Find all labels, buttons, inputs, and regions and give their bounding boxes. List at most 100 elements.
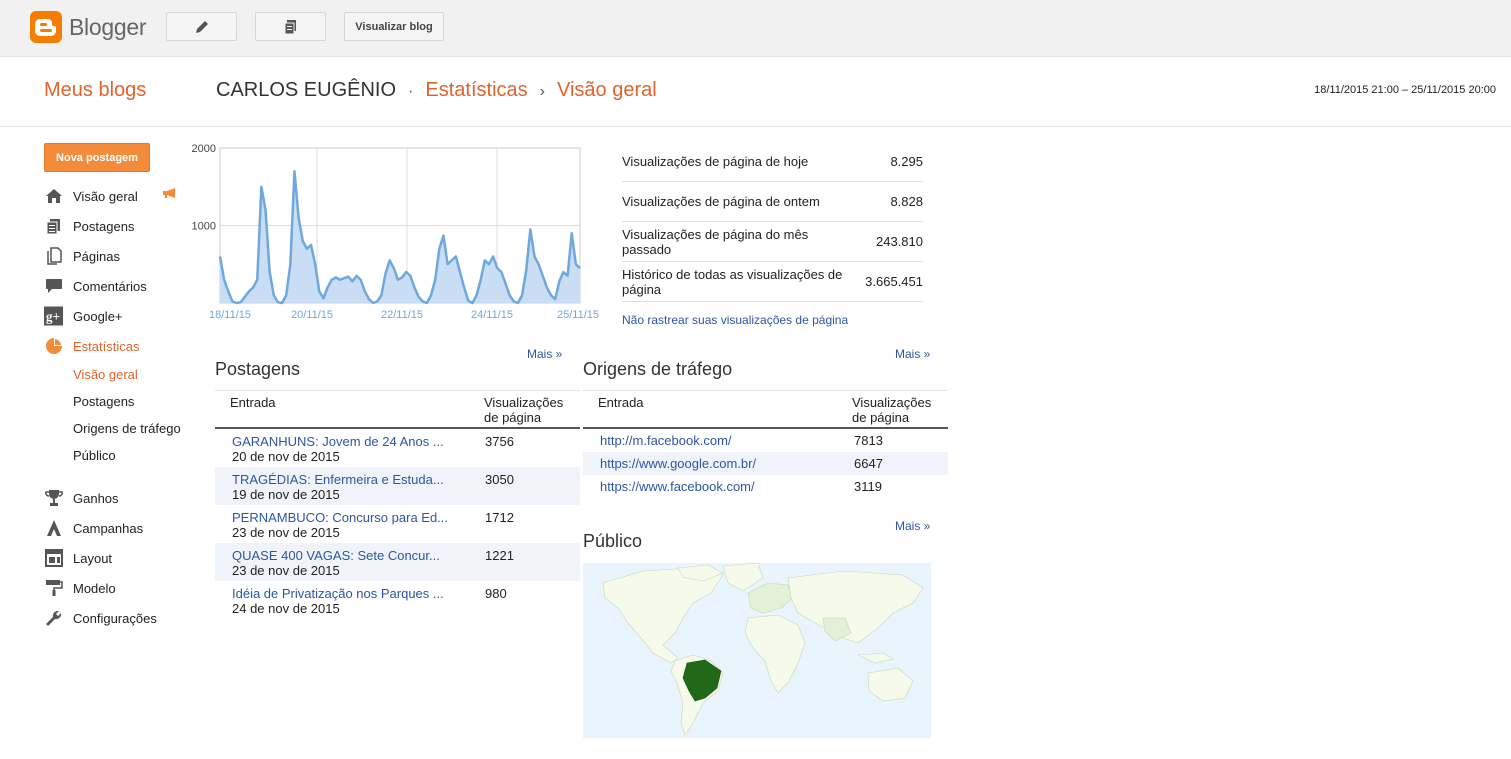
stat-row-last-month: Visualizações de página do mês passado 2… (622, 222, 923, 262)
pages-icon (44, 247, 63, 266)
wrench-icon (44, 609, 63, 628)
blogger-logo-icon (30, 11, 62, 43)
chart-x-tick-label: 20/11/15 (291, 309, 333, 321)
traffic-source-link[interactable]: https://www.google.com.br/ (600, 456, 818, 471)
sidebar-item-posts[interactable]: Postagens (44, 211, 194, 241)
sidebar-item-stats[interactable]: Estatísticas (44, 331, 194, 361)
sidebar-subitem-audience[interactable]: Público (44, 442, 194, 469)
stat-label: Visualizações de página de hoje (622, 154, 809, 169)
paint-roller-icon (44, 579, 63, 598)
stat-label: Histórico de todas as visualizações de p… (622, 266, 843, 297)
sidebar-item-label: Google+ (73, 308, 123, 324)
pageviews-chart: 2000 1000 18/11/15 20/11/15 22/11/15 24/11/15… (192, 143, 599, 321)
traffic-more-link[interactable]: Mais » (895, 347, 930, 361)
stat-row-today: Visualizações de página de hoje 8.295 (622, 142, 923, 182)
sidebar-item-overview[interactable]: Visão geral (44, 181, 194, 211)
breadcrumb-separator: · (408, 83, 414, 100)
stat-label: Visualizações de página de ontem (622, 194, 820, 209)
table-row: PERNAMBUCO: Concurso para Ed... 23 de no… (215, 505, 580, 543)
sidebar-item-label: Modelo (73, 580, 116, 596)
table-header: Entrada Visualizações de página (583, 390, 948, 429)
chart-x-tick-label: 24/11/15 (471, 309, 513, 321)
view-blog-button[interactable]: Visualizar blog (344, 12, 444, 41)
blogger-logo[interactable]: Blogger (30, 11, 146, 43)
traffic-panel-title: Origens de tráfego (583, 359, 733, 379)
top-bar: Blogger Visualizar blog (0, 0, 1511, 57)
sidebar-item-label: Configurações (73, 610, 157, 626)
audience-panel-title: Público (583, 531, 643, 551)
table-row: https://www.google.com.br/ 6647 (583, 452, 948, 475)
world-map-image (583, 563, 931, 738)
dont-track-link[interactable]: Não rastrear suas visualizações de págin… (622, 313, 848, 327)
post-date: 19 de nov de 2015 (232, 487, 340, 502)
column-header-entry: Entrada (598, 395, 644, 410)
sidebar-subitem-traffic-sources[interactable]: Origens de tráfego (44, 415, 194, 442)
sidebar-item-earnings[interactable]: Ganhos (44, 483, 194, 513)
post-title-link[interactable]: QUASE 400 VAGAS: Sete Concur... (232, 548, 450, 563)
table-row: Idéia de Privatização nos Parques ... 24… (215, 581, 580, 619)
stat-label: Visualizações de página do mês passado (622, 226, 809, 257)
post-date: 24 de nov de 2015 (232, 601, 340, 616)
posts-more-link[interactable]: Mais » (527, 347, 562, 361)
chart-x-tick-label: 22/11/15 (381, 309, 423, 321)
post-date: 20 de nov de 2015 (232, 449, 340, 464)
breadcrumb-stats-link[interactable]: Estatísticas (425, 79, 527, 102)
post-views: 980 (485, 586, 507, 601)
sidebar-item-layout[interactable]: Layout (44, 543, 194, 573)
sidebar-item-campaigns[interactable]: Campanhas (44, 513, 194, 543)
stat-row-yesterday: Visualizações de página de ontem 8.828 (622, 182, 923, 222)
campaign-icon (44, 519, 63, 538)
post-title-link[interactable]: TRAGÉDIAS: Enfermeira e Estuda... (232, 472, 450, 487)
breadcrumb: CARLOS EUGÊNIO · Estatísticas › Visão ge… (216, 79, 657, 102)
stat-value: 3.665.451 (865, 274, 923, 289)
table-row: QUASE 400 VAGAS: Sete Concur... 23 de no… (215, 543, 580, 581)
home-icon (44, 187, 63, 206)
chart-x-tick-label: 18/11/15 (209, 309, 251, 321)
breadcrumb-overview[interactable]: Visão geral (557, 79, 657, 102)
my-blogs-link[interactable]: Meus blogs (44, 79, 146, 102)
sidebar-item-label: Campanhas (73, 520, 144, 536)
sidebar-item-template[interactable]: Modelo (44, 573, 194, 603)
posts-table: Entrada Visualizações de página GARANHUN… (215, 390, 580, 619)
sidebar-item-label: Postagens (73, 218, 135, 234)
posts-panel-title: Postagens (215, 359, 301, 379)
chart-x-tick-label: 25/11/15 (557, 309, 599, 321)
sidebar-item-comments[interactable]: Comentários (44, 271, 194, 301)
sidebar-item-google-plus[interactable]: g+ Google+ (44, 301, 194, 331)
post-title-link[interactable]: GARANHUNS: Jovem de 24 Anos ... (232, 434, 450, 449)
post-title-link[interactable]: Idéia de Privatização nos Parques ... (232, 586, 450, 601)
table-row: GARANHUNS: Jovem de 24 Anos ... 20 de no… (215, 429, 580, 467)
megaphone-icon[interactable] (162, 187, 178, 202)
posts-icon (44, 217, 63, 236)
new-post-button[interactable]: Nova postagem (44, 143, 150, 172)
traffic-views: 6647 (854, 456, 883, 471)
date-range: 18/11/2015 21:00 – 25/11/2015 20:00 (1314, 84, 1496, 96)
post-title-link[interactable]: PERNAMBUCO: Concurso para Ed... (232, 510, 450, 525)
brand-name: Blogger (69, 13, 147, 40)
post-views: 3756 (485, 434, 514, 449)
new-post-pencil-button[interactable] (166, 12, 237, 41)
table-header: Entrada Visualizações de página (215, 390, 580, 429)
sidebar-item-label: Comentários (73, 278, 147, 294)
sidebar-item-settings[interactable]: Configurações (44, 603, 194, 633)
pencil-icon (195, 20, 208, 33)
chart-y-tick-label: 1000 (192, 221, 216, 233)
blog-name: CARLOS EUGÊNIO (216, 79, 397, 101)
traffic-source-link[interactable]: https://www.facebook.com/ (600, 479, 818, 494)
table-row: https://www.facebook.com/ 3119 (583, 475, 948, 498)
google-plus-icon: g+ (44, 306, 63, 326)
traffic-views: 3119 (854, 479, 882, 494)
breadcrumb-separator: › (539, 83, 545, 100)
sidebar-subitem-posts[interactable]: Postagens (44, 388, 194, 415)
post-date: 23 de nov de 2015 (232, 563, 340, 578)
traffic-source-link[interactable]: http://m.facebook.com/ (600, 433, 818, 448)
audience-more-link[interactable]: Mais » (895, 519, 930, 533)
posts-list-button[interactable] (255, 12, 326, 41)
sidebar-item-pages[interactable]: Páginas (44, 241, 194, 271)
traffic-table: Entrada Visualizações de página http://m… (583, 390, 948, 498)
sidebar-subitem-overview[interactable]: Visão geral (44, 361, 194, 388)
column-header-entry: Entrada (230, 395, 276, 410)
sidebar-nav: Visão geral Postagens Páginas Comentário… (44, 181, 194, 633)
stat-value: 8.828 (890, 194, 923, 209)
column-header-views: Visualizações de página (852, 395, 932, 425)
